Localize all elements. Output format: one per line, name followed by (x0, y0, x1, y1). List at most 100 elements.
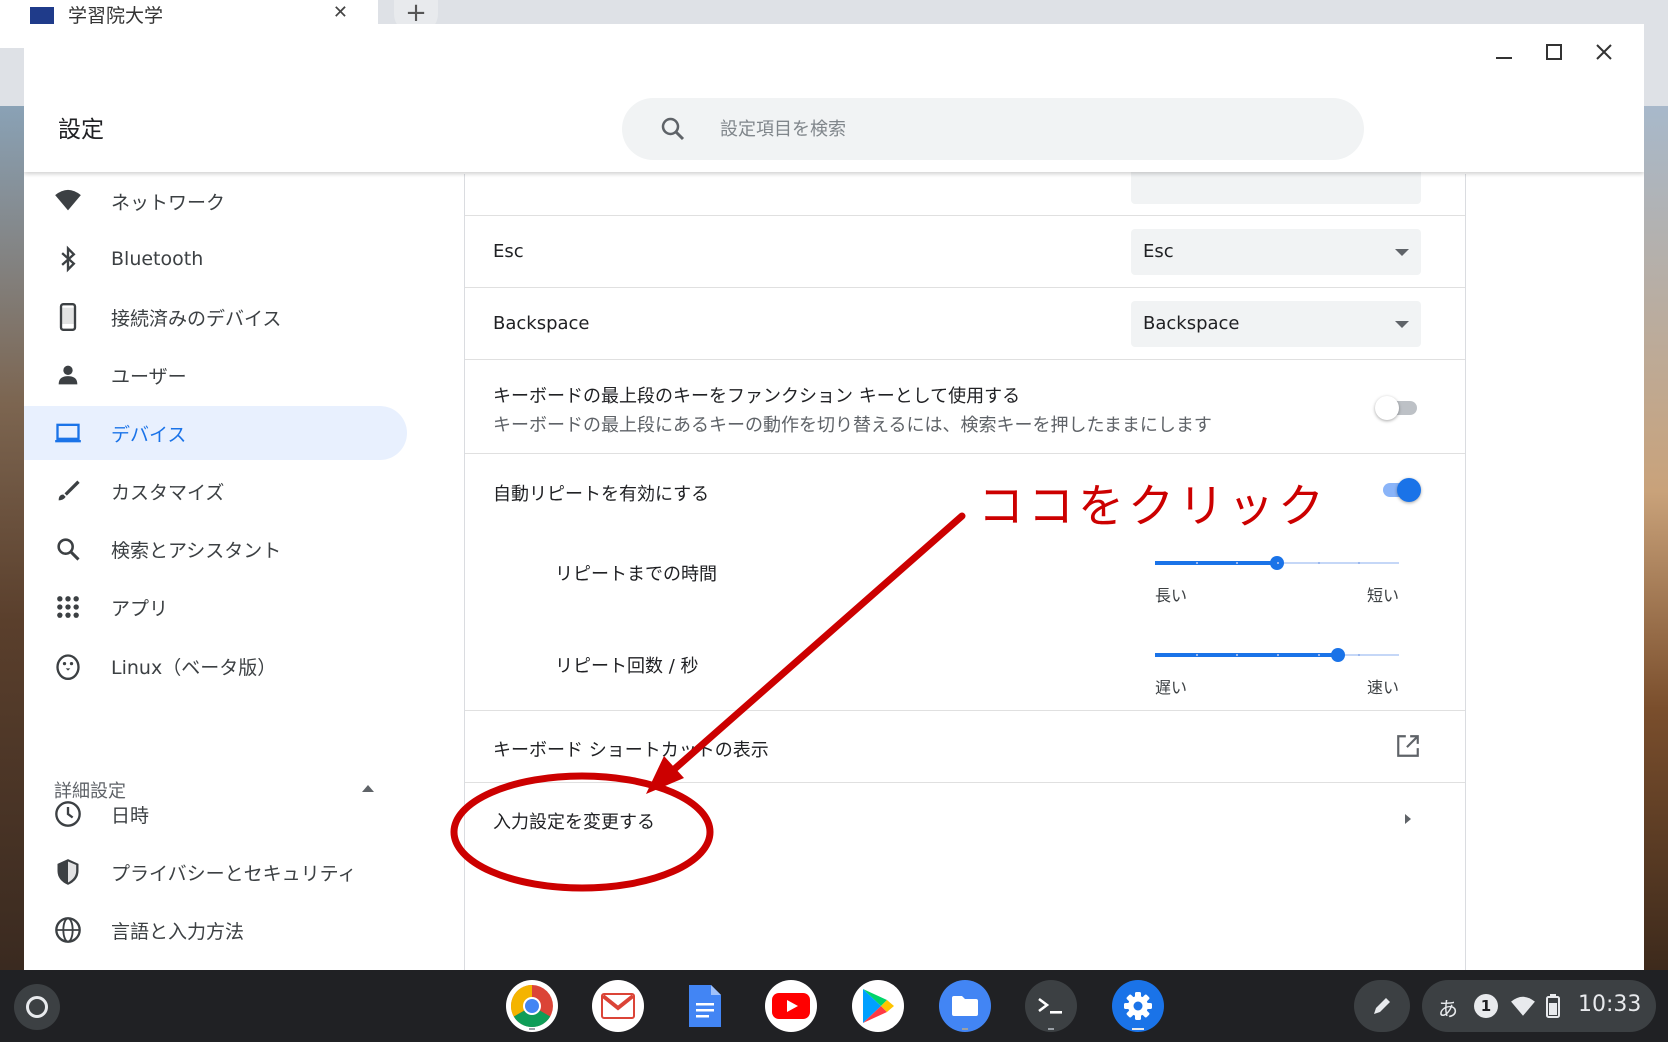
esc-dropdown-value: Esc (1143, 241, 1174, 262)
youtube-icon (772, 993, 810, 1019)
minimize-button[interactable] (1488, 36, 1520, 68)
sidebar-item-label: Linux（ベータ版） (111, 656, 277, 679)
shield-icon (57, 859, 79, 885)
slider-max-label: 短い (1366, 586, 1399, 605)
sidebar-item-connected-devices[interactable]: 接続済みのデバイス (24, 290, 407, 344)
input-settings-label: 入力設定を変更する (493, 812, 655, 833)
slider-min-label: 長い (1155, 586, 1188, 605)
sidebar-item-date-time[interactable]: 日時 (24, 787, 407, 841)
function-keys-label: キーボードの最上段のキーをファンクション キーとして使用する (493, 386, 1021, 407)
wallpaper-left (0, 100, 26, 970)
sidebar-item-language[interactable]: 言語と入力方法 (24, 903, 407, 957)
search-input[interactable] (720, 110, 1320, 148)
files-icon (952, 996, 978, 1016)
repeat-delay-slider[interactable]: 長い 短い (1155, 552, 1399, 612)
battery-icon (1546, 994, 1560, 1018)
close-button[interactable] (1588, 36, 1620, 68)
esc-dropdown[interactable]: Esc (1131, 229, 1421, 275)
clock-icon (55, 801, 81, 827)
youtube-app[interactable] (765, 980, 817, 1032)
sidebar-item-label: ユーザー (111, 365, 187, 388)
slider-max-label: 速い (1366, 678, 1399, 697)
slider-thumb[interactable] (1331, 648, 1345, 662)
pen-icon (1374, 998, 1390, 1014)
auto-repeat-label: 自動リピートを有効にする (493, 484, 710, 505)
open-external-icon[interactable] (1395, 733, 1421, 759)
laptop-icon (55, 423, 81, 443)
running-indicator (529, 1028, 535, 1030)
wifi-icon (55, 189, 81, 211)
esc-label: Esc (493, 241, 524, 262)
docs-icon (689, 985, 721, 1027)
sidebar-item-network[interactable]: ネットワーク (24, 174, 407, 228)
globe-icon (55, 917, 81, 943)
sidebar-item-bluetooth[interactable]: Bluetooth (24, 232, 407, 286)
settings-window: 設定 ネットワーク Bluetooth 接続済みのデバイス ユーザー (24, 24, 1644, 970)
active-indicator (1132, 1028, 1144, 1030)
slider-fill (1155, 653, 1338, 657)
status-tray[interactable]: あ 1 10:33 (1422, 980, 1656, 1032)
settings-icon (1124, 992, 1152, 1020)
slider-tick (1196, 562, 1198, 564)
apps-grid-icon (57, 596, 79, 618)
favicon (30, 7, 54, 25)
shortcuts-label: キーボード ショートカットの表示 (493, 740, 769, 761)
minimize-icon (1496, 57, 1512, 59)
function-keys-toggle[interactable] (1375, 394, 1419, 420)
maximize-button[interactable] (1538, 36, 1570, 68)
gmail-app[interactable] (592, 980, 644, 1032)
sidebar-item-apps[interactable]: アプリ (24, 580, 407, 634)
bluetooth-icon (61, 245, 76, 273)
slider-tick (1318, 654, 1320, 656)
wifi-icon (1511, 996, 1535, 1016)
shelf: あ 1 10:33 (0, 970, 1668, 1042)
maximize-icon (1546, 44, 1562, 60)
slider-tick (1277, 654, 1279, 656)
docs-app[interactable] (679, 980, 731, 1032)
launcher-button[interactable] (14, 984, 60, 1030)
slider-tick (1236, 562, 1238, 564)
sidebar-item-label: 検索とアシスタント (111, 539, 282, 562)
sidebar-item-label: プライバシーとセキュリティ (111, 862, 357, 885)
sidebar-item-label: 言語と入力方法 (111, 920, 245, 943)
files-app[interactable] (939, 980, 991, 1032)
sidebar-item-label: アプリ (111, 597, 169, 620)
slider-tick (1277, 562, 1279, 564)
penguin-icon (56, 654, 80, 680)
backspace-dropdown-value: Backspace (1143, 313, 1240, 334)
search-icon (57, 538, 80, 561)
tab-close-icon[interactable]: ✕ (333, 2, 348, 23)
play-store-app[interactable] (852, 980, 904, 1032)
backspace-dropdown[interactable]: Backspace (1131, 301, 1421, 347)
auto-repeat-toggle[interactable] (1377, 476, 1421, 502)
sidebar-item-customize[interactable]: カスタマイズ (24, 464, 407, 518)
device-keyboard-panel: Esc Esc Backspace Backspace キーボードの最上段のキー… (464, 160, 1466, 970)
input-settings-row[interactable]: 入力設定を変更する (465, 782, 1465, 854)
sidebar-item-label: 接続済みのデバイス (111, 307, 282, 330)
function-keys-row: キーボードの最上段のキーをファンクション キーとして使用する キーボードの最上段… (465, 359, 1465, 453)
function-keys-sublabel: キーボードの最上段にあるキーの動作を切り替えるには、検索キーを押したままにします (493, 415, 1212, 436)
search-box[interactable] (622, 98, 1364, 160)
wallpaper-right (1642, 100, 1668, 970)
shortcuts-row[interactable]: キーボード ショートカットの表示 (465, 710, 1465, 782)
sidebar-item-search-assistant[interactable]: 検索とアシスタント (24, 522, 407, 576)
stylus-tools-button[interactable] (1354, 980, 1410, 1032)
sidebar-item-device[interactable]: デバイス (24, 406, 407, 460)
annotation-label: ココをクリック (978, 479, 1328, 533)
terminal-app[interactable] (1025, 980, 1077, 1032)
sidebar-item-privacy[interactable]: プライバシーとセキュリティ (24, 845, 407, 899)
backspace-label: Backspace (493, 313, 590, 334)
close-icon (1596, 44, 1612, 60)
repeat-rate-slider[interactable]: 遅い 速い (1155, 644, 1399, 704)
sidebar-item-users[interactable]: ユーザー (24, 348, 407, 402)
backspace-row: Backspace Backspace (465, 287, 1465, 359)
chrome-app[interactable] (506, 980, 558, 1032)
slider-tick (1358, 654, 1360, 656)
esc-row: Esc Esc (465, 215, 1465, 287)
launcher-icon (26, 996, 48, 1018)
sidebar-item-linux[interactable]: Linux（ベータ版） (24, 639, 407, 693)
dropdown-arrow-icon (1395, 321, 1409, 328)
sidebar-item-label: Bluetooth (111, 248, 204, 270)
play-store-icon (863, 989, 894, 1023)
settings-app[interactable] (1112, 980, 1164, 1032)
